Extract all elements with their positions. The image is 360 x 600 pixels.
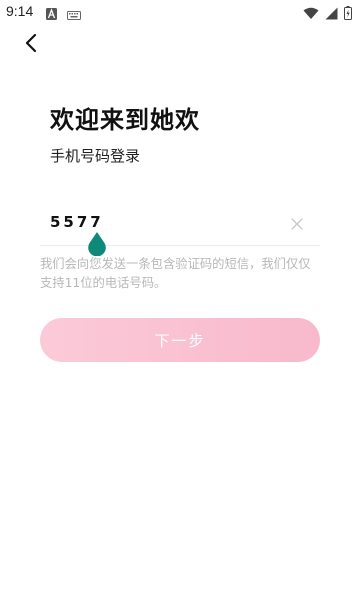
font-a-icon [46,5,57,24]
next-step-label: 下一步 [154,331,206,350]
chevron-left-icon [25,33,37,53]
status-right-icons [303,5,352,24]
phone-number-field[interactable]: 5577 [40,205,320,246]
status-time: 9:14 [6,3,34,19]
keyboard-icon [67,5,81,24]
back-button[interactable] [18,30,44,56]
wifi-icon [303,5,319,24]
page-title: 欢迎来到她欢 [50,106,200,134]
battery-charging-icon [344,5,352,24]
clear-input-button[interactable] [290,216,304,230]
sms-hint-text: 我们会向您发送一条包含验证码的短信，我们仅仅支持11位的电话号码。 [40,257,311,290]
status-left-icons [46,5,81,24]
phone-number-value[interactable]: 5577 [50,213,104,231]
cursor-handle-icon [88,232,106,257]
login-screen: 9:14 欢迎来到她欢 手机号码登录 5577 我们会向您发送一条包含验证码的短… [0,0,360,600]
close-icon [291,218,303,230]
page-subtitle: 手机号码登录 [50,147,141,165]
next-step-button[interactable]: 下一步 [40,318,320,362]
status-bar: 9:14 [0,0,360,24]
text-cursor-handle[interactable] [87,232,107,257]
signal-icon [325,5,338,24]
